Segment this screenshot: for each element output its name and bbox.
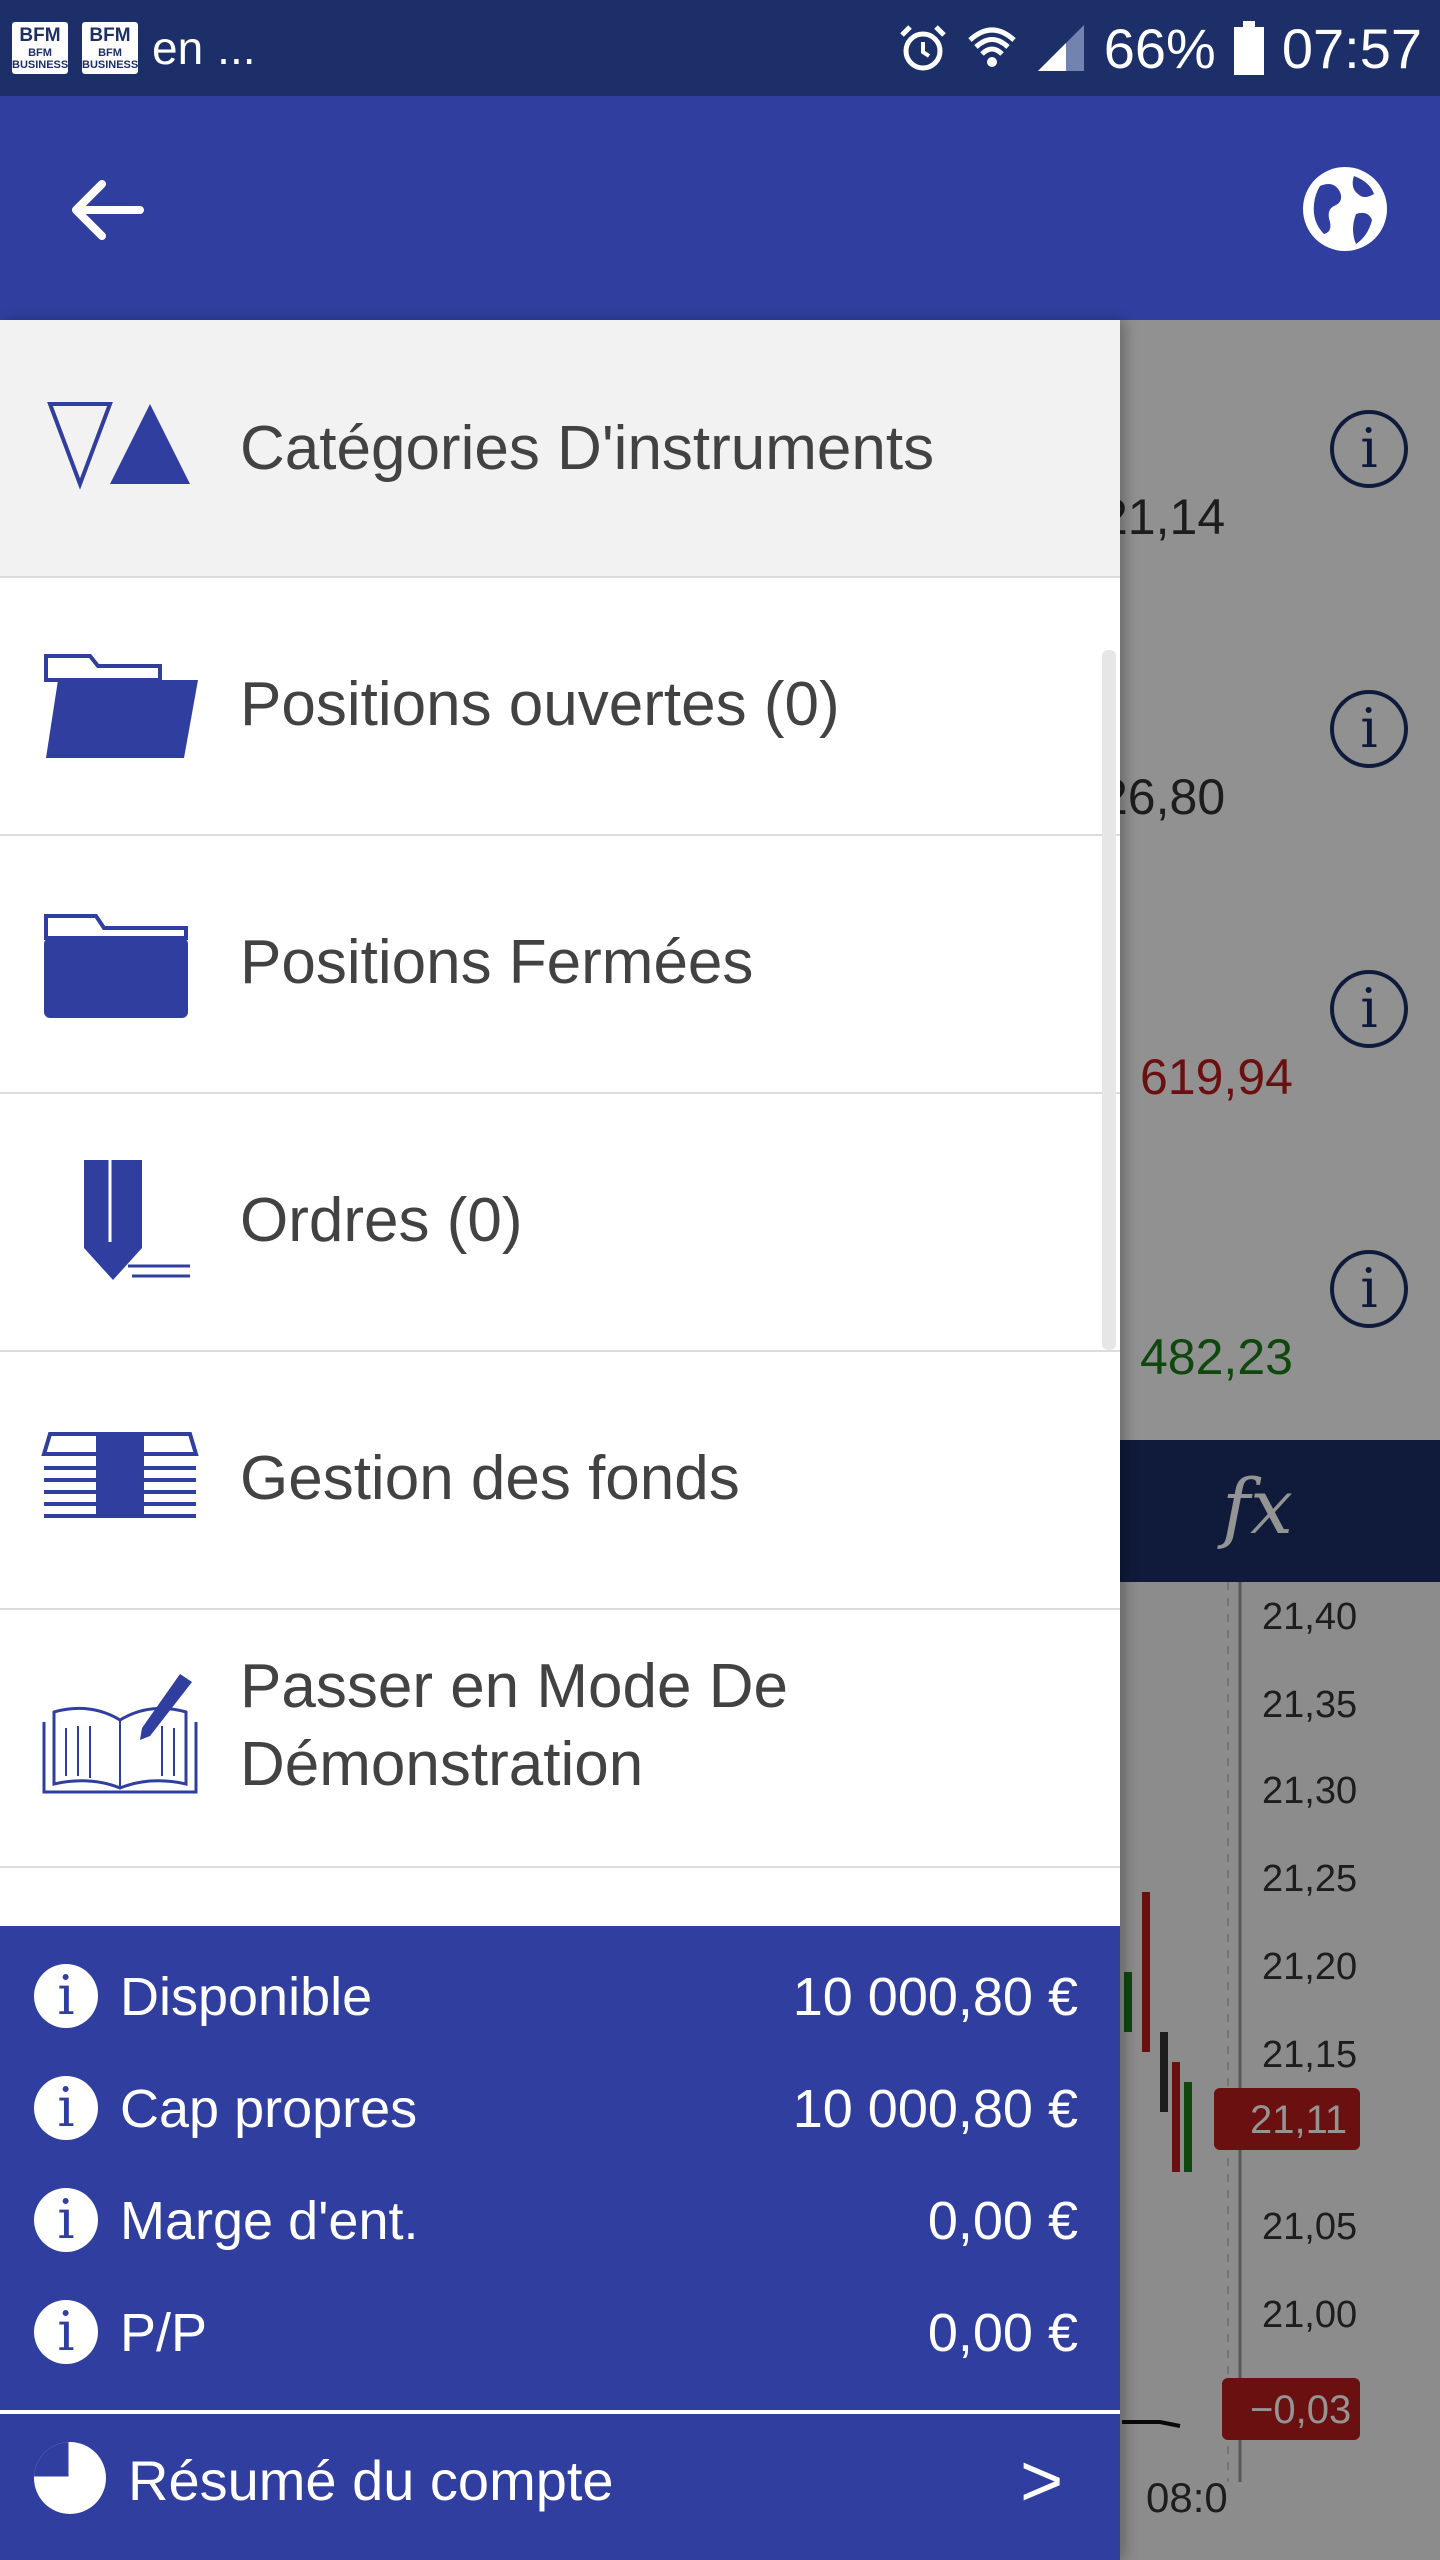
app-bar	[0, 96, 1440, 320]
account-label: Disponible	[120, 1967, 373, 2027]
lang-indicator: en	[152, 22, 204, 74]
drawer-scrollbar[interactable]	[1102, 650, 1116, 1350]
account-row-pl: i P/P 0,00 €	[0, 2276, 1120, 2388]
wifi-icon	[968, 27, 1016, 67]
menu-item-label: Gestion des fonds	[240, 1444, 740, 1513]
menu-item-label: Ordres (0)	[240, 1186, 523, 1255]
menu-item-funds-management[interactable]: Gestion des fonds	[0, 1352, 1120, 1610]
open-folder-icon	[44, 654, 198, 758]
closed-folder-icon	[44, 914, 188, 1018]
info-icon[interactable]: i	[34, 1964, 98, 2028]
bfm-business-app-icon: BFM BFM BUSINESS	[82, 22, 138, 74]
info-icon[interactable]: i	[34, 2188, 98, 2252]
account-summary-button[interactable]: Résumé du compte >	[0, 2414, 1120, 2560]
arrow-left-icon[interactable]	[60, 162, 156, 258]
account-value: 0,00 €	[927, 2303, 1078, 2363]
account-row-available: i Disponible 10 000,80 €	[0, 1940, 1120, 2052]
menu-item-label: Positions ouvertes (0)	[240, 670, 840, 739]
pie-chart-icon	[34, 2442, 106, 2514]
menu-item-instrument-categories[interactable]: Catégories D'instruments	[0, 320, 1120, 578]
globe-icon[interactable]	[1300, 164, 1390, 254]
account-value: 10 000,80 €	[792, 1967, 1078, 2027]
account-row-margin: i Marge d'ent. 0,00 €	[0, 2164, 1120, 2276]
pencil-icon	[84, 1160, 190, 1280]
menu-item-label: Passer en Mode De Démonstration	[240, 1652, 788, 1799]
account-label: P/P	[120, 2303, 208, 2363]
menu-item-closed-positions[interactable]: Positions Fermées	[0, 836, 1120, 1094]
status-bar: BFM BFM BUSINESS BFM BFM BUSINESS en ... 6…	[0, 0, 1440, 96]
triangles-icon	[47, 402, 190, 490]
account-summary-label: Résumé du compte	[128, 2449, 614, 2512]
account-value: 10 000,80 €	[792, 2079, 1078, 2139]
signal-icon	[1037, 25, 1084, 71]
menu-item-label: Catégories D'instruments	[240, 414, 935, 483]
account-label: Cap propres	[120, 2079, 418, 2139]
menu-item-demo-mode[interactable]: Passer en Mode De Démonstration	[0, 1610, 1120, 1868]
alarm-icon	[899, 25, 946, 71]
menu-item-open-positions[interactable]: Positions ouvertes (0)	[0, 578, 1120, 836]
battery-percent: 66%	[1103, 16, 1216, 80]
more-notifications: ...	[217, 22, 256, 74]
money-stack-icon	[41, 1432, 199, 1518]
account-value: 0,00 €	[927, 2191, 1078, 2251]
info-icon[interactable]: i	[34, 2300, 98, 2364]
bfm-business-app-icon: BFM BFM BUSINESS	[12, 22, 68, 74]
account-row-equity: i Cap propres 10 000,80 €	[0, 2052, 1120, 2164]
chevron-right-icon: >	[1020, 2439, 1064, 2522]
clock: 07:57	[1281, 16, 1422, 80]
menu-item-orders[interactable]: Ordres (0)	[0, 1094, 1120, 1352]
battery-icon	[1233, 21, 1264, 75]
navigation-drawer: Catégories D'instruments Positions ouver…	[0, 320, 1120, 2560]
book-pen-icon	[42, 1674, 198, 1794]
account-label: Marge d'ent.	[120, 2191, 419, 2251]
info-icon[interactable]: i	[34, 2076, 98, 2140]
menu-item-label: Positions Fermées	[240, 928, 754, 997]
